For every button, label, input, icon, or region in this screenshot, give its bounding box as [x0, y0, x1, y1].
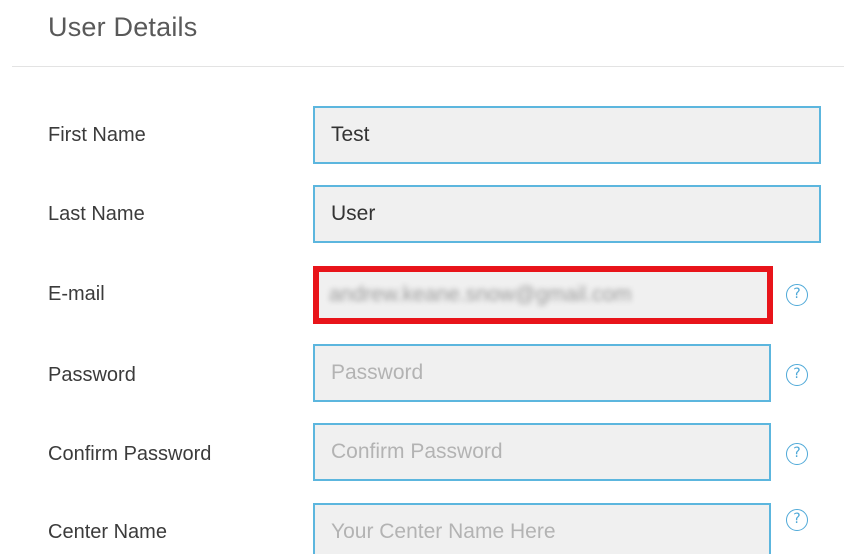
- password-row: Password ?: [0, 344, 844, 402]
- password-help-icon[interactable]: ?: [786, 364, 808, 386]
- last-name-row: Last Name: [0, 185, 844, 243]
- confirm-password-label: Confirm Password: [48, 443, 212, 465]
- email-row: E-mail andrew.keane.snow@gmail.com ?: [0, 266, 844, 324]
- password-input[interactable]: [313, 344, 771, 402]
- center-name-label: Center Name: [48, 521, 167, 543]
- email-value: andrew.keane.snow@gmail.com: [329, 283, 632, 306]
- email-label: E-mail: [48, 283, 105, 305]
- last-name-input[interactable]: [313, 185, 821, 243]
- confirm-password-input[interactable]: [313, 423, 771, 481]
- last-name-label: Last Name: [48, 203, 145, 225]
- first-name-row: First Name: [0, 106, 844, 164]
- section-title: User Details: [48, 12, 198, 42]
- email-input[interactable]: andrew.keane.snow@gmail.com: [313, 266, 773, 324]
- confirm-password-help-icon[interactable]: ?: [786, 443, 808, 465]
- first-name-input[interactable]: [313, 106, 821, 164]
- confirm-password-row: Confirm Password ?: [0, 423, 844, 481]
- user-details-form: User Details First Name Last Name E-mail…: [0, 0, 844, 554]
- first-name-label: First Name: [48, 124, 146, 146]
- center-name-input[interactable]: [313, 503, 771, 554]
- center-name-help-icon[interactable]: ?: [786, 509, 808, 531]
- email-help-icon[interactable]: ?: [786, 284, 808, 306]
- center-name-row: Center Name ?: [0, 503, 844, 554]
- section-divider: [12, 66, 844, 67]
- password-label: Password: [48, 364, 136, 386]
